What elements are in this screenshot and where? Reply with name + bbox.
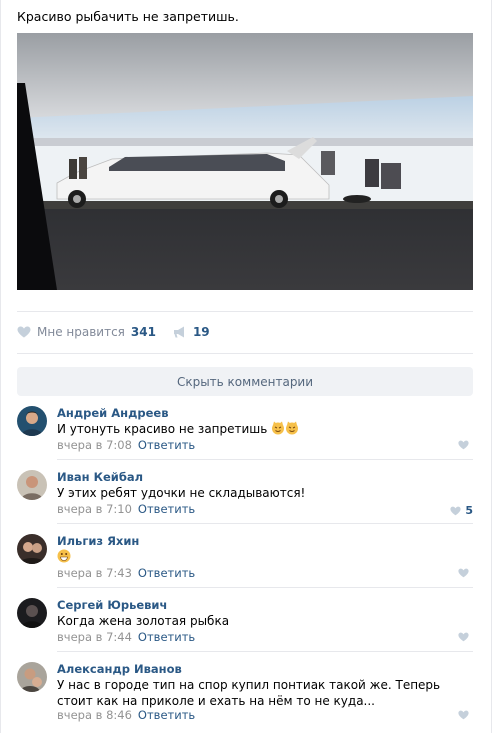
heart-icon	[458, 710, 469, 720]
comment-text: И утонуть красиво не запретишь	[57, 421, 473, 437]
comment-meta: вчера в 7:10 Ответить	[57, 502, 195, 516]
comment-author[interactable]: Ильгиз Яхин	[57, 534, 139, 548]
avatar[interactable]	[17, 470, 47, 500]
comment-like-button[interactable]	[458, 632, 473, 642]
heart-icon	[17, 326, 31, 338]
comment-time[interactable]: вчера в 7:43	[57, 566, 132, 580]
reply-button[interactable]: Ответить	[138, 630, 195, 644]
hide-comments-button[interactable]: Скрыть комментарии	[17, 367, 473, 396]
comment-text	[57, 549, 473, 565]
comment-meta: вчера в 7:44 Ответить	[57, 630, 195, 644]
reply-button[interactable]: Ответить	[138, 502, 195, 516]
heart-icon	[458, 568, 469, 578]
comments-divider	[17, 353, 473, 354]
comment-text: У нас в городе тип на спор купил понтиак…	[57, 678, 441, 708]
post-photo[interactable]	[17, 33, 473, 290]
comment-author[interactable]: Андрей Андреев	[57, 406, 168, 420]
comment-separator	[57, 459, 473, 460]
comment-author[interactable]: Иван Кейбал	[57, 470, 143, 484]
comment-separator	[57, 587, 473, 588]
left-border	[0, 0, 1, 733]
comment-text: У этих ребят удочки не складываются!	[57, 486, 306, 500]
comment-meta: вчера в 7:43 Ответить	[57, 566, 195, 580]
like-button[interactable]: Мне нравится 341	[17, 325, 156, 339]
comment-item: Андрей Андреев И утонуть красиво не запр…	[17, 406, 473, 470]
cat-emoji-icon	[271, 421, 285, 435]
comment-like-button[interactable]	[458, 710, 473, 720]
cat-emoji-icon	[285, 421, 299, 435]
comment-text: Когда жена золотая рыбка	[57, 614, 230, 628]
heart-icon	[450, 506, 461, 515]
megaphone-icon	[173, 326, 184, 338]
comment-time[interactable]: вчера в 8:46	[57, 708, 132, 722]
comment-like-button[interactable]	[458, 568, 473, 578]
share-button[interactable]: 19	[173, 325, 210, 339]
post-text: Красиво рыбачить не запретишь.	[17, 9, 239, 24]
comment-meta: вчера в 7:08 Ответить	[57, 438, 195, 452]
reply-button[interactable]: Ответить	[138, 566, 195, 580]
comment-like-count: 5	[465, 504, 473, 517]
comment-time[interactable]: вчера в 7:08	[57, 438, 132, 452]
avatar[interactable]	[17, 534, 47, 564]
comment-separator	[57, 523, 473, 524]
grin-emoji-icon	[57, 549, 71, 563]
share-count: 19	[192, 325, 210, 339]
avatar[interactable]	[17, 598, 47, 628]
reply-button[interactable]: Ответить	[138, 438, 195, 452]
heart-icon	[458, 632, 469, 642]
post-divider	[17, 311, 473, 312]
avatar[interactable]	[17, 406, 47, 436]
comment-item: Александр Иванов У нас в городе тип на с…	[17, 662, 473, 726]
like-label: Мне нравится	[37, 325, 125, 339]
comment-author[interactable]: Сергей Юрьевич	[57, 598, 167, 612]
avatar[interactable]	[17, 662, 47, 692]
comment-item: Ильгиз Яхин вчера в 7:43 Ответить	[17, 534, 473, 598]
comment-item: Иван Кейбал У этих ребят удочки не склад…	[17, 470, 473, 534]
comment-meta: вчера в 8:46 Ответить	[57, 708, 195, 722]
comment-time[interactable]: вчера в 7:10	[57, 502, 132, 516]
comment-author[interactable]: Александр Иванов	[57, 662, 182, 676]
reply-button[interactable]: Ответить	[138, 708, 195, 722]
comment-like-button[interactable]	[458, 440, 473, 450]
comment-separator	[57, 651, 473, 652]
comment-like-button[interactable]: 5	[450, 504, 473, 517]
heart-icon	[458, 440, 469, 450]
like-count: 341	[130, 325, 156, 339]
comment-item: Сергей Юрьевич Когда жена золотая рыбка …	[17, 598, 473, 662]
comment-time[interactable]: вчера в 7:44	[57, 630, 132, 644]
post-actions: Мне нравится 341 19	[17, 322, 227, 342]
